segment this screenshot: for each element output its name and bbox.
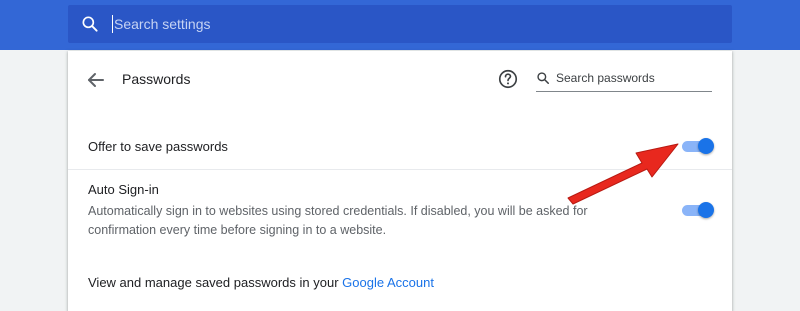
settings-search-input[interactable]	[114, 5, 714, 43]
settings-search-box[interactable]	[68, 5, 732, 43]
settings-toolbar	[0, 0, 800, 50]
text-cursor	[112, 15, 113, 33]
offer-save-passwords-toggle[interactable]	[680, 138, 714, 154]
search-icon	[537, 72, 550, 85]
arrow-back-icon[interactable]	[84, 68, 108, 92]
help-circle-icon[interactable]	[497, 68, 519, 90]
google-account-link[interactable]: Google Account	[342, 275, 434, 290]
toggle-knob	[698, 138, 714, 154]
search-icon[interactable]	[80, 14, 100, 34]
password-search-box[interactable]	[536, 65, 712, 92]
passwords-header: Passwords	[68, 51, 732, 109]
auto-signin-label: Auto Sign-in	[88, 182, 159, 197]
auto-signin-row: Auto Sign-in Automatically sign in to we…	[68, 170, 732, 246]
manage-passwords-row: View and manage saved passwords in your …	[68, 263, 732, 293]
password-search-input[interactable]	[556, 68, 708, 88]
manage-passwords-text: View and manage saved passwords in your …	[88, 275, 434, 290]
page-title: Passwords	[122, 71, 191, 87]
auto-signin-toggle[interactable]	[680, 202, 714, 218]
offer-save-passwords-label: Offer to save passwords	[88, 139, 228, 154]
offer-save-passwords-row: Offer to save passwords	[68, 123, 732, 170]
manage-passwords-prefix: View and manage saved passwords in your	[88, 275, 343, 290]
auto-signin-description: Automatically sign in to websites using …	[88, 204, 588, 237]
toggle-knob	[698, 202, 714, 218]
passwords-card: Passwords Offer to save passwords Auto S…	[68, 51, 732, 311]
